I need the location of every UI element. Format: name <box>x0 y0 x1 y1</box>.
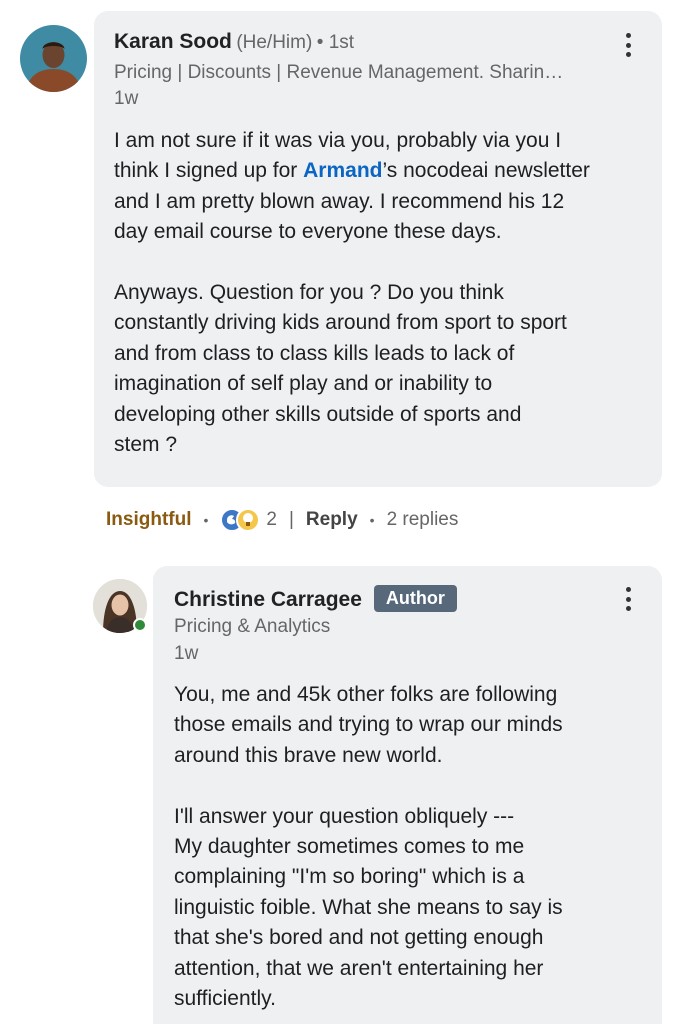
reply-author-name[interactable]: Christine Carragee <box>174 588 362 611</box>
reaction-button[interactable]: Insightful <box>106 509 191 531</box>
online-presence-icon <box>133 618 147 632</box>
reply-timestamp: 1w <box>174 643 199 664</box>
reply-button[interactable]: Reply <box>306 509 358 531</box>
commenter-headline: Pricing | Discounts | Revenue Management… <box>114 62 564 83</box>
replies-count-link[interactable]: 2 replies <box>387 509 459 531</box>
comment-actions: Insightful • 2 | Reply • 2 replies <box>106 505 458 535</box>
reply-bubble: Christine Carragee Author Pricing & Analy… <box>153 566 662 1024</box>
insightful-reaction-icon <box>236 508 261 532</box>
mention-link[interactable]: Armand <box>303 159 382 182</box>
comment-thread: Karan Sood (He/Him) • 1st Pricing | Disc… <box>0 0 682 1024</box>
separator-dot: • <box>369 512 375 528</box>
reaction-count[interactable]: 2 <box>266 509 277 531</box>
reply-author-headline: Pricing & Analytics <box>174 616 331 637</box>
connection-degree: • 1st <box>316 32 355 53</box>
comment-more-icon[interactable] <box>623 33 633 57</box>
separator-dot: • <box>203 512 209 528</box>
commenter-name[interactable]: Karan Sood <box>114 30 232 53</box>
commenter-avatar[interactable] <box>20 25 87 92</box>
reaction-summary[interactable] <box>220 508 261 532</box>
comment-body-text-cont: ’s nocodeai newsletter and I am pretty b… <box>114 159 590 457</box>
reply-body: You, me and 45k other folks are followin… <box>174 683 563 1011</box>
commenter-pronouns: (He/Him) <box>236 32 313 53</box>
divider: | <box>288 509 294 530</box>
comment-timestamp: 1w <box>114 88 139 109</box>
comment-body: I am not sure if it was via you, probabl… <box>114 126 654 460</box>
author-badge: Author <box>373 585 457 612</box>
comment-bubble: Karan Sood (He/Him) • 1st Pricing | Disc… <box>94 11 662 487</box>
reply-more-icon[interactable] <box>623 587 633 611</box>
